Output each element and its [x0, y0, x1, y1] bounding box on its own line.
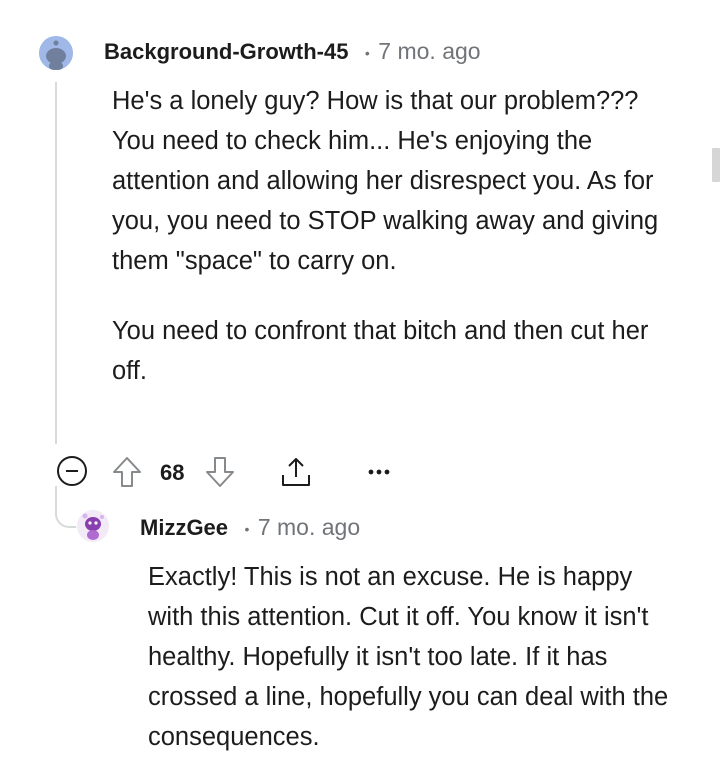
- downvote-button[interactable]: [203, 454, 237, 490]
- vote-count: 68: [160, 460, 185, 485]
- meta-separator: •: [244, 520, 250, 537]
- comment-body: He's a lonely guy? How is that our probl…: [112, 81, 672, 391]
- downvote-arrow-icon: [206, 457, 234, 487]
- comment-timestamp[interactable]: 7 mo. ago: [378, 38, 480, 64]
- snoo-avatar-icon: [77, 510, 109, 542]
- scrollbar-thumb[interactable]: [712, 148, 720, 182]
- comment-paragraph: Exactly! This is not an excuse. He is ha…: [148, 563, 669, 751]
- upvote-arrow-icon: [113, 457, 141, 487]
- comment-header: Background-Growth-45 • 7 mo. ago: [104, 38, 481, 68]
- collapse-button[interactable]: [56, 455, 88, 487]
- comment-paragraph: You need to confront that bitch and then…: [112, 317, 649, 385]
- more-options-icon: [368, 469, 390, 475]
- share-icon: [282, 458, 310, 486]
- comment-paragraph: He's a lonely guy? How is that our probl…: [112, 87, 659, 275]
- thread-line[interactable]: [55, 82, 57, 444]
- reply-connector: [55, 486, 77, 528]
- comment-body: Exactly! This is not an excuse. He is ha…: [148, 557, 678, 757]
- avatar[interactable]: [39, 36, 73, 70]
- meta-separator: •: [364, 44, 370, 61]
- comment-timestamp[interactable]: 7 mo. ago: [258, 514, 360, 540]
- avatar[interactable]: [76, 509, 110, 543]
- more-options-button[interactable]: [364, 458, 394, 486]
- collapse-icon: [57, 456, 87, 486]
- snoo-avatar-icon: [39, 36, 73, 70]
- username-link[interactable]: Background-Growth-45: [104, 39, 348, 64]
- share-button[interactable]: [278, 454, 314, 490]
- upvote-button[interactable]: [110, 454, 144, 490]
- comment-header: MizzGee • 7 mo. ago: [140, 514, 360, 544]
- username-link[interactable]: MizzGee: [140, 515, 228, 540]
